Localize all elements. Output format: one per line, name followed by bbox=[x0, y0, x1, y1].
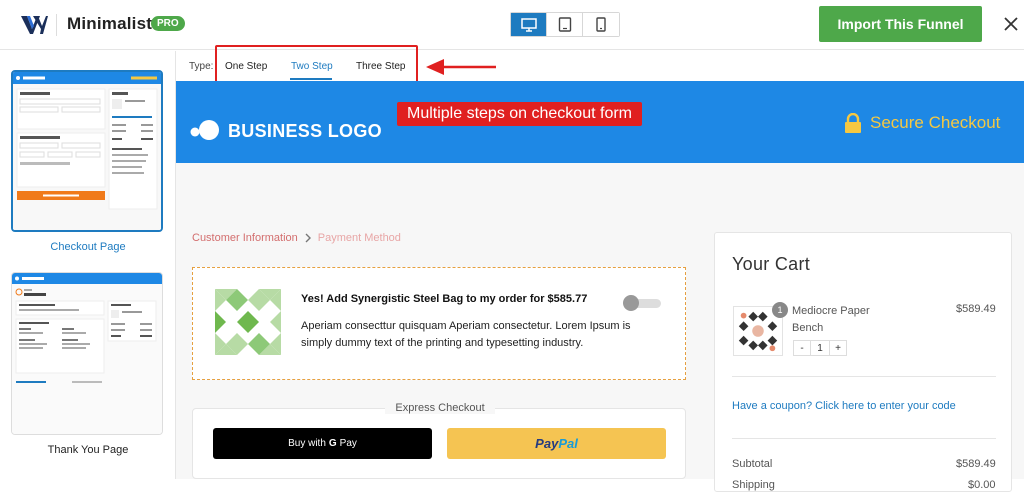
close-icon bbox=[1004, 17, 1018, 31]
business-logo-icon bbox=[190, 120, 219, 140]
header-divider bbox=[56, 14, 57, 36]
paypal-logo-pal: Pal bbox=[558, 436, 578, 451]
close-button[interactable] bbox=[1000, 13, 1022, 35]
thank-you-page-thumbnail[interactable] bbox=[11, 272, 163, 435]
google-pay-prefix: Buy with bbox=[288, 438, 326, 449]
google-pay-button[interactable]: Buy with G Pay bbox=[213, 428, 432, 459]
express-checkout-title: Express Checkout bbox=[193, 402, 687, 414]
checkout-body: Customer Information Payment Method Yes!… bbox=[176, 163, 1024, 492]
top-bar: Minimalist PRO Import This Funnel bbox=[0, 0, 1024, 50]
desktop-preview-button[interactable] bbox=[511, 13, 547, 36]
checkout-steps-breadcrumb: Customer Information Payment Method bbox=[192, 232, 401, 244]
thank-you-page-preview-image bbox=[12, 273, 162, 434]
tablet-icon bbox=[558, 17, 571, 32]
subtotal-label: Subtotal bbox=[732, 458, 773, 470]
checkout-page-preview-image bbox=[13, 72, 161, 230]
checkout-header-banner: BUSINESS LOGO Multiple steps on checkout… bbox=[176, 81, 1024, 163]
mobile-icon bbox=[596, 17, 606, 32]
cart-item-price: $589.49 bbox=[956, 303, 996, 315]
order-bump-toggle[interactable] bbox=[623, 295, 661, 311]
quantity-value[interactable]: 1 bbox=[810, 341, 830, 355]
coupon-link[interactable]: Have a coupon? Click here to enter your … bbox=[732, 400, 956, 412]
google-g-icon: G bbox=[328, 438, 337, 449]
paypal-button[interactable]: Pay Pal bbox=[447, 428, 666, 459]
pro-badge: PRO bbox=[151, 16, 185, 31]
cart-quantity-badge: 1 bbox=[772, 302, 788, 318]
cart-divider bbox=[732, 438, 996, 439]
order-bump-title: Yes! Add Synergistic Steel Bag to my ord… bbox=[301, 293, 588, 305]
checkout-page-thumbnail[interactable] bbox=[11, 70, 163, 232]
quantity-stepper: - 1 + bbox=[793, 340, 847, 356]
google-pay-suffix: Pay bbox=[339, 438, 357, 449]
cart-item-name: Mediocre Paper Bench bbox=[792, 305, 870, 334]
secure-checkout-text: Secure Checkout bbox=[870, 113, 1001, 132]
checkout-page-label[interactable]: Checkout Page bbox=[0, 241, 176, 253]
tablet-preview-button[interactable] bbox=[547, 13, 583, 36]
mobile-preview-button[interactable] bbox=[583, 13, 619, 36]
express-checkout-box: Express Checkout Buy with G Pay Pay Pal bbox=[192, 402, 686, 479]
step-customer-information[interactable]: Customer Information bbox=[192, 232, 298, 244]
shipping-value: $0.00 bbox=[968, 479, 996, 491]
type-label: Type: bbox=[189, 61, 214, 72]
annotation-arrow-icon bbox=[426, 59, 496, 75]
annotation-label: Multiple steps on checkout form bbox=[397, 102, 642, 126]
thank-you-page-label[interactable]: Thank You Page bbox=[0, 444, 176, 456]
cart-title: Your Cart bbox=[732, 254, 811, 274]
shipping-label: Shipping bbox=[732, 479, 775, 491]
lock-icon bbox=[845, 113, 861, 133]
order-bump-description: Aperiam consecttur quisquam Aperiam cons… bbox=[301, 320, 631, 349]
cart-summary: Your Cart 1 Mediocre Paper Bench $589.49… bbox=[714, 232, 1012, 492]
quantity-decrease-button[interactable]: - bbox=[794, 341, 810, 355]
toggle-knob bbox=[623, 295, 639, 311]
page-list-sidebar: Checkout Page Thank You Page bbox=[0, 51, 176, 479]
secure-checkout: Secure Checkout bbox=[844, 113, 1000, 133]
business-logo-text: BUSINESS LOGO bbox=[228, 121, 382, 141]
funnel-title: Minimalist bbox=[67, 14, 153, 33]
chevron-right-icon bbox=[305, 233, 311, 243]
quantity-increase-button[interactable]: + bbox=[830, 341, 846, 355]
paypal-logo-pay: Pay bbox=[535, 436, 559, 451]
order-bump-offer: Yes! Add Synergistic Steel Bag to my ord… bbox=[192, 267, 686, 380]
logo-icon bbox=[21, 16, 48, 34]
device-preview-toggle bbox=[510, 12, 620, 37]
desktop-icon bbox=[520, 17, 537, 32]
cart-divider bbox=[732, 376, 996, 377]
import-funnel-button[interactable]: Import This Funnel bbox=[819, 6, 982, 42]
subtotal-value: $589.49 bbox=[956, 458, 996, 470]
product-pattern-image bbox=[215, 289, 281, 355]
step-payment-method[interactable]: Payment Method bbox=[318, 232, 401, 244]
